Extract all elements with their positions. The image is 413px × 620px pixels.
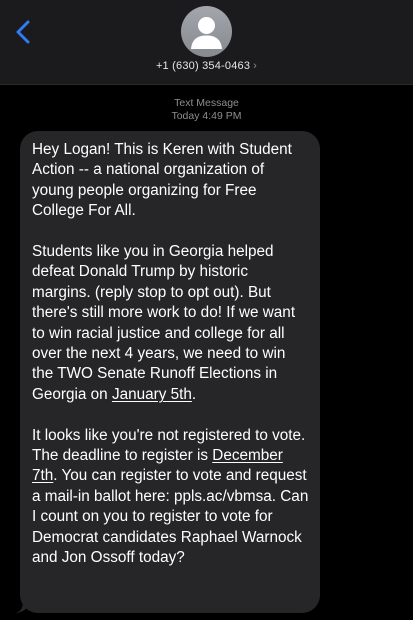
contact-name-button[interactable]: +1 (630) 354-0463 › <box>0 60 413 72</box>
message-timestamp: Today 4:49 PM <box>171 110 242 122</box>
message-paragraph-2: Students like you in Georgia helped defe… <box>32 242 310 405</box>
bubble-tail <box>15 598 31 614</box>
contact-number: +1 (630) 354-0463 <box>155 60 251 72</box>
message-paragraph-3: It looks like you're not registered to v… <box>32 426 310 569</box>
conversation-header: +1 (630) 354-0463 › <box>0 0 413 85</box>
message-paragraph-3-end: . You can register to vote and request a… <box>32 467 309 567</box>
person-silhouette-icon <box>191 17 222 49</box>
chevron-right-icon: › <box>253 60 258 72</box>
incoming-message-bubble[interactable]: Hey Logan! This is Keren with Student Ac… <box>20 131 320 613</box>
message-paragraph-2-end: . <box>191 385 197 403</box>
chevron-left-icon <box>16 20 30 44</box>
date-link-january-5th[interactable]: January 5th <box>112 386 192 403</box>
back-button[interactable] <box>10 16 38 48</box>
message-paragraph-1: Hey Logan! This is Keren with Student Ac… <box>32 141 292 220</box>
contact-avatar[interactable] <box>181 6 232 57</box>
message-type-label: Text Message <box>174 97 239 109</box>
message-paragraph-2-text: Students like you in Georgia helped defe… <box>32 243 296 403</box>
